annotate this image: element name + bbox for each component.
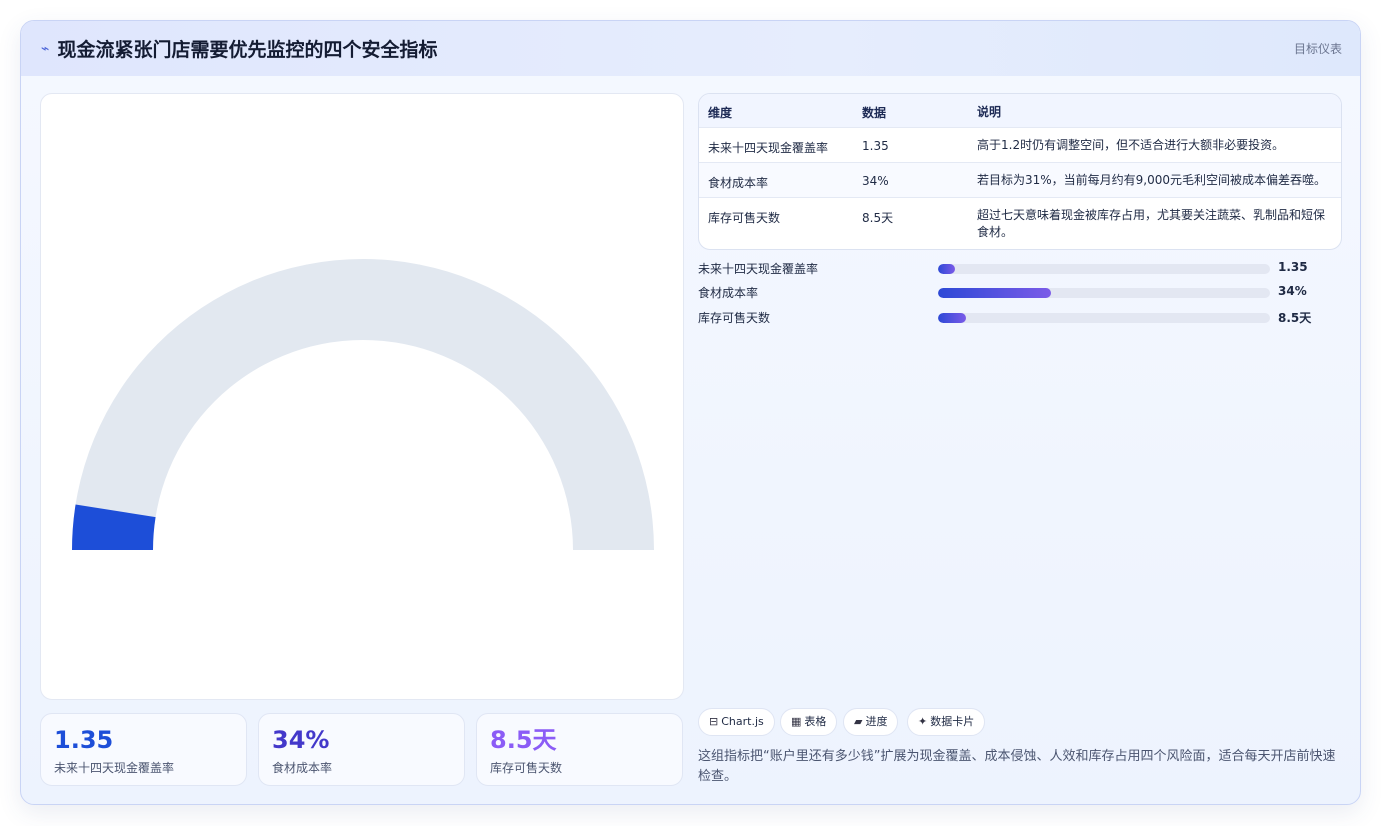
progress-row: 库存可售天数 8.5天 <box>698 308 1342 326</box>
gauge-chart <box>40 93 684 700</box>
summary-note: 这组指标把“账户里还有多少钱”扩展为现金覆盖、成本侵蚀、人效和库存占用四个风险面… <box>698 749 1336 784</box>
progress-value: 34% <box>1278 284 1307 298</box>
chip-chartjs[interactable]: ⊟ Chart.js <box>698 708 775 736</box>
progress-fill <box>938 313 967 323</box>
table-header-cell: 维度 <box>708 106 733 120</box>
progress-value: 1.35 <box>1278 260 1308 274</box>
progress-track <box>938 264 1270 274</box>
table-row: 未来十四天现金覆盖率 1.35 高于1.2时仍有调整空间，但不适合进行大额非必要… <box>699 127 1341 162</box>
progress-label: 食材成本率 <box>698 286 759 300</box>
card-header: ⌁ 现金流紧张门店需要优先监控的四个安全指标 目标仪表 <box>21 21 1360 76</box>
kpi-value: 1.35 <box>54 726 114 754</box>
page-title: 现金流紧张门店需要优先监控的四个安全指标 <box>57 39 438 61</box>
dashboard-card: ⌁ 现金流紧张门店需要优先监控的四个安全指标 目标仪表 1.35 未来十四天现金… <box>20 20 1361 805</box>
chart-icon: ⊟ <box>709 715 719 728</box>
progress-row: 未来十四天现金覆盖率 1.35 <box>698 259 1342 277</box>
table-header-cell: 说明 <box>977 105 1002 119</box>
kpi-label: 库存可售天数 <box>490 761 563 775</box>
kpi-value: 8.5天 <box>490 726 557 754</box>
table-cell: 34% <box>862 174 889 188</box>
table-row: 库存可售天数 8.5天 超过七天意味着现金被库存占用，尤其要关注蔬菜、乳制品和短… <box>699 197 1341 249</box>
chip-label: Chart.js <box>721 715 764 728</box>
progress-bars: 未来十四天现金覆盖率 1.35 食材成本率 34% 库存可售天数 8.5天 <box>698 259 1342 339</box>
kpi-card: 1.35 未来十四天现金覆盖率 <box>40 713 247 786</box>
table-cell: 食材成本率 <box>708 176 769 190</box>
chip-table[interactable]: ▦ 表格 <box>780 708 838 736</box>
table-header-cell: 数据 <box>862 106 887 120</box>
chip-label: 数据卡片 <box>930 715 975 728</box>
progress-track <box>938 288 1270 298</box>
kpi-card: 34% 食材成本率 <box>258 713 465 786</box>
chip-label: 表格 <box>804 715 827 728</box>
table-cell: 高于1.2时仍有调整空间，但不适合进行大额非必要投资。 <box>977 138 1285 152</box>
table-row: 食材成本率 34% 若目标为31%，当前每月约有9,000元毛利空间被成本偏差吞… <box>699 162 1341 197</box>
gauge-track <box>72 259 654 550</box>
progress-track <box>938 313 1270 323</box>
sparkle-icon: ✦ <box>918 715 928 728</box>
progress-value: 8.5天 <box>1278 311 1312 325</box>
progress-icon: ▰ <box>854 715 863 728</box>
progress-label: 未来十四天现金覆盖率 <box>698 262 819 276</box>
table-header-row: 维度 数据 说明 <box>699 94 1341 127</box>
table-cell: 若目标为31%，当前每月约有9,000元毛利空间被成本偏差吞噬。 <box>977 173 1327 187</box>
chip-label: 进度 <box>865 715 888 728</box>
table-cell: 库存可售天数 <box>708 211 781 225</box>
kpi-card: 8.5天 库存可售天数 <box>476 713 683 786</box>
progress-label: 库存可售天数 <box>698 311 771 325</box>
table-icon: ▦ <box>791 715 802 728</box>
chip-data-card[interactable]: ✦ 数据卡片 <box>907 708 986 736</box>
kpi-label: 未来十四天现金覆盖率 <box>54 761 175 775</box>
table-cell: 未来十四天现金覆盖率 <box>708 141 829 155</box>
metrics-table: 维度 数据 说明 未来十四天现金覆盖率 1.35 高于1.2时仍有调整空间，但不… <box>698 93 1342 250</box>
progress-fill <box>938 264 955 274</box>
kpi-value: 34% <box>272 726 330 754</box>
table-cell: 超过七天意味着现金被库存占用，尤其要关注蔬菜、乳制品和短保食材。 <box>977 208 1326 239</box>
table-cell: 1.35 <box>862 139 889 153</box>
progress-row: 食材成本率 34% <box>698 283 1342 301</box>
chip-progress[interactable]: ▰ 进度 <box>843 708 899 736</box>
progress-fill <box>938 288 1051 298</box>
pulse-icon: ⌁ <box>41 40 50 57</box>
kpi-cards: 1.35 未来十四天现金覆盖率 34% 食材成本率 8.5天 库存可售天数 <box>40 713 684 786</box>
gauge-svg <box>72 259 654 550</box>
kpi-label: 食材成本率 <box>272 761 333 775</box>
table-cell: 8.5天 <box>862 211 894 225</box>
chart-type-tag: 目标仪表 <box>1293 42 1342 56</box>
